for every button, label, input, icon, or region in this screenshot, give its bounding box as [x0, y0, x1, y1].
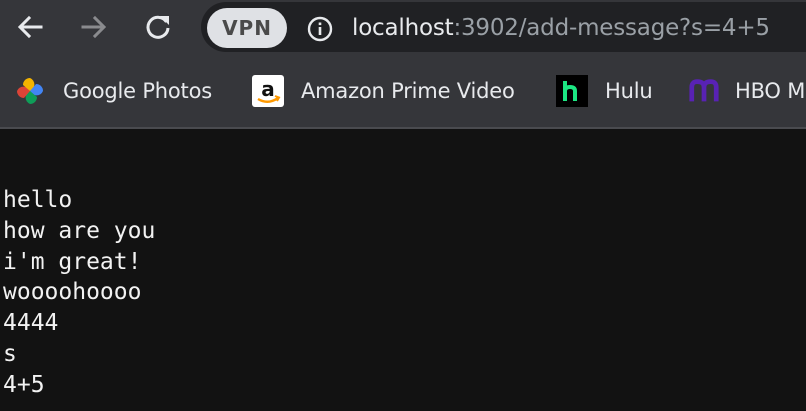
- bookmark-hulu[interactable]: Hulu: [556, 74, 653, 108]
- browser-window: VPN localhost:3902/add-message?s=4+5 Goo…: [0, 0, 806, 411]
- forward-button[interactable]: [77, 10, 111, 44]
- address-bar[interactable]: VPN localhost:3902/add-message?s=4+5: [201, 2, 806, 52]
- url-path: :3902/add-message?s=4+5: [453, 15, 770, 41]
- message-item: woooohoooo: [3, 279, 142, 306]
- reload-icon: [146, 15, 170, 39]
- bookmark-hbo-max[interactable]: HBO M: [688, 74, 805, 108]
- message-list: hello how are you i'm great! woooohoooo …: [3, 185, 155, 401]
- bookmark-label: HBO M: [735, 79, 806, 103]
- vpn-button[interactable]: VPN: [207, 8, 287, 48]
- url-text[interactable]: localhost:3902/add-message?s=4+5: [352, 11, 770, 45]
- message-item: s: [3, 340, 17, 367]
- site-info-button[interactable]: [305, 14, 335, 44]
- browser-toolbar: VPN localhost:3902/add-message?s=4+5: [0, 0, 806, 57]
- bookmark-label: Hulu: [605, 79, 653, 103]
- bookmarks-bar: Google Photos a Amazon Prime Video Hulu …: [0, 57, 806, 127]
- back-button[interactable]: [13, 10, 47, 44]
- message-item: 4+5: [3, 371, 45, 398]
- vpn-label: VPN: [222, 16, 272, 40]
- arrow-left-icon: [17, 15, 43, 39]
- hbo-max-icon: [688, 75, 720, 107]
- bookmark-amazon-prime-video[interactable]: a Amazon Prime Video: [252, 74, 515, 108]
- bookmark-label: Google Photos: [63, 79, 212, 103]
- hulu-icon: [556, 75, 588, 107]
- message-item: 4444: [3, 310, 59, 337]
- url-host: localhost: [352, 15, 454, 41]
- reload-button[interactable]: [141, 10, 175, 44]
- amazon-icon: a: [252, 75, 284, 107]
- bookmark-label: Amazon Prime Video: [301, 79, 515, 103]
- svg-text:a: a: [261, 77, 275, 101]
- message-item: how are you: [3, 217, 156, 244]
- bookmark-google-photos[interactable]: Google Photos: [14, 74, 212, 108]
- arrow-right-icon: [81, 15, 107, 39]
- message-item: i'm great!: [3, 248, 142, 275]
- page-content: hello how are you i'm great! woooohoooo …: [0, 129, 806, 411]
- message-item: hello: [3, 187, 73, 213]
- info-icon: [307, 16, 333, 42]
- google-photos-icon: [14, 75, 46, 107]
